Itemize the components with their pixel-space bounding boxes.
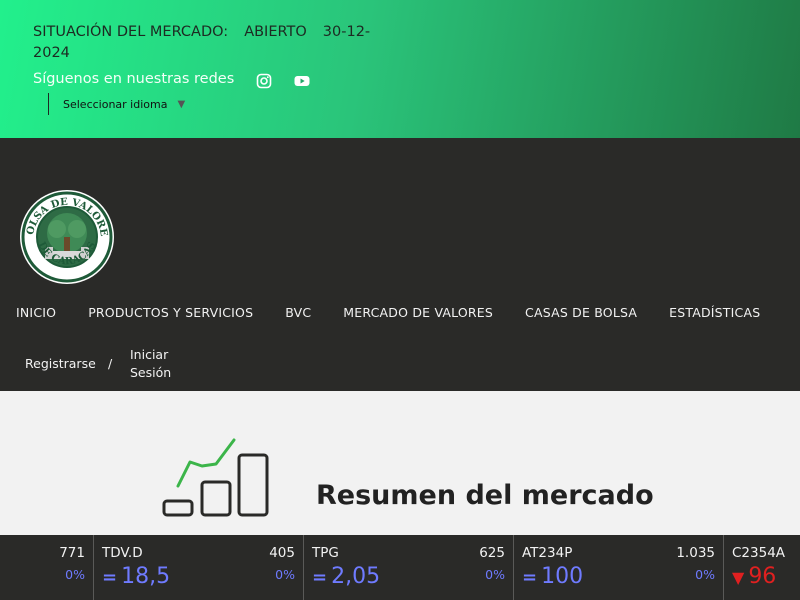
- ticker-change: 0%: [695, 567, 715, 582]
- ticker-volume: 1.035: [676, 545, 715, 561]
- equal-icon: =: [102, 567, 118, 588]
- language-select[interactable]: Seleccionar idioma ▼: [48, 93, 185, 115]
- ticker-volume: 405: [269, 545, 295, 561]
- bvc-logo[interactable]: BOLSA DE VALORES DE CARACAS: [15, 181, 115, 285]
- youtube-icon[interactable]: [294, 73, 310, 89]
- instagram-icon[interactable]: [256, 73, 272, 89]
- ticker-item[interactable]: AT234P 1.035 0% = 100: [513, 535, 723, 600]
- stock-ticker: 771 0% TDV.D 405 0% = 18,5 TPG 625 0% = 2,…: [0, 535, 800, 600]
- equal-icon: =: [522, 567, 538, 588]
- page-title: Resumen del mercado: [316, 480, 654, 511]
- ticker-price: = 18,5: [102, 564, 171, 589]
- social-row: Síguenos en nuestras redes: [33, 68, 310, 90]
- register-link[interactable]: Registrarse: [25, 356, 96, 371]
- nav-item-casas[interactable]: CASAS DE BOLSA: [525, 305, 637, 323]
- content-area: [0, 391, 800, 535]
- ticker-symbol: TDV.D: [102, 545, 143, 561]
- market-chart-icon: [160, 436, 272, 520]
- ticker-change: 0%: [275, 567, 295, 582]
- ticker-price: = 100: [522, 564, 584, 589]
- ticker-price: = 2,05: [312, 564, 381, 589]
- ticker-item[interactable]: 771 0%: [0, 535, 93, 600]
- nav-item-mercado[interactable]: MERCADO DE VALORES: [343, 305, 493, 323]
- ticker-volume: 625: [479, 545, 505, 561]
- ticker-item[interactable]: TPG 625 0% = 2,05: [303, 535, 513, 600]
- social-label: Síguenos en nuestras redes: [33, 71, 235, 87]
- ticker-change: 0%: [65, 567, 85, 582]
- ticker-symbol: AT234P: [522, 545, 573, 561]
- nav-item-estadisticas[interactable]: ESTADÍSTICAS: [669, 305, 760, 323]
- language-select-label: Seleccionar idioma: [63, 97, 168, 111]
- triangle-down-icon: ▼: [732, 568, 745, 587]
- main-nav: INICIO PRODUCTOS Y SERVICIOS BVC MERCADO…: [16, 305, 760, 323]
- ticker-item[interactable]: C2354A ▼ 96: [723, 535, 800, 600]
- chevron-down-icon: ▼: [177, 98, 186, 110]
- ticker-item[interactable]: TDV.D 405 0% = 18,5: [93, 535, 303, 600]
- nav-item-bvc[interactable]: BVC: [285, 305, 311, 323]
- ticker-change: 0%: [485, 567, 505, 582]
- auth-separator: /: [108, 356, 113, 371]
- login-link[interactable]: Iniciar Sesión: [130, 346, 190, 382]
- equal-icon: =: [312, 567, 328, 588]
- market-status-label: SITUACIÓN DEL MERCADO:: [33, 24, 229, 40]
- ticker-symbol: TPG: [312, 545, 339, 561]
- ticker-volume: 771: [59, 545, 85, 561]
- market-status-value: ABIERTO: [244, 24, 307, 40]
- nav-item-productos[interactable]: PRODUCTOS Y SERVICIOS: [88, 305, 253, 323]
- market-status: SITUACIÓN DEL MERCADO: ABIERTO 30-12-2024: [33, 22, 383, 64]
- ticker-price: ▼ 96: [732, 564, 777, 589]
- nav-item-inicio[interactable]: INICIO: [16, 305, 56, 323]
- ticker-symbol: C2354A: [732, 545, 786, 561]
